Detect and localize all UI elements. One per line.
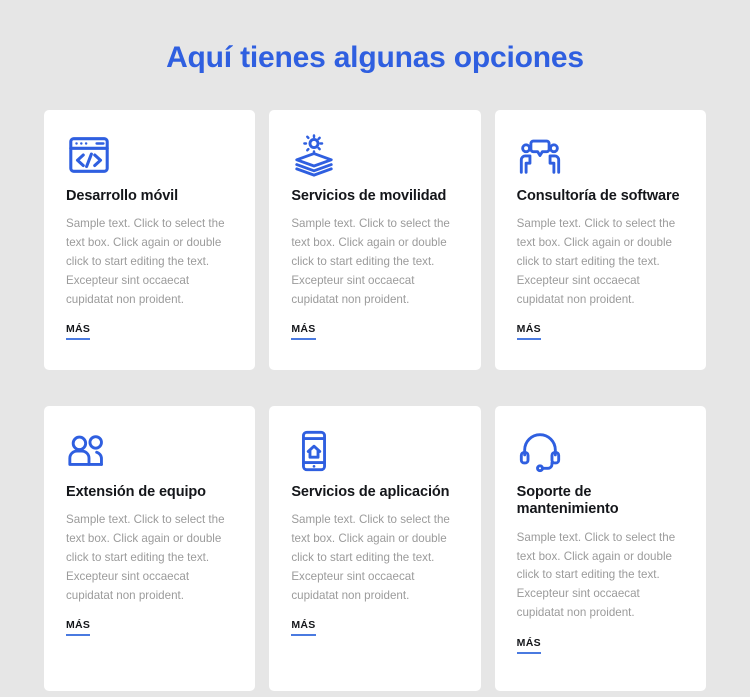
page-title: Aquí tienes algunas opciones xyxy=(166,41,584,74)
service-card-servicios-de-movilidad[interactable]: Servicios de movilidad Sample text. Clic… xyxy=(269,110,481,370)
service-card-servicios-de-aplicacion[interactable]: Servicios de aplicación Sample text. Cli… xyxy=(269,406,481,691)
service-card-body: Sample text. Click to select the text bo… xyxy=(66,513,225,602)
more-link[interactable]: MÁS xyxy=(66,323,91,341)
service-card-consultoria-de-software[interactable]: Consultoría de software Sample text. Cli… xyxy=(494,110,706,370)
service-card-title: Consultoría de software xyxy=(516,188,680,204)
service-card-desarrollo-movil[interactable]: Desarrollo móvil Sample text. Click to s… xyxy=(44,110,256,370)
people-speech-bubble-icon xyxy=(517,132,563,178)
service-card-body: Sample text. Click to select the text bo… xyxy=(516,217,676,306)
service-card-body: Sample text. Click to select the text bo… xyxy=(291,513,450,602)
more-link[interactable]: MÁS xyxy=(516,637,541,654)
more-link[interactable]: MÁS xyxy=(291,323,316,341)
services-grid-row-1: Desarrollo móvil Sample text. Click to s… xyxy=(0,110,750,370)
service-card-extension-de-equipo[interactable]: Extensión de equipo Sample text. Click t… xyxy=(44,406,256,691)
service-card-body: Sample text. Click to select the text bo… xyxy=(516,530,676,619)
group-people-icon xyxy=(66,428,112,474)
service-card-soporte-de-mantenimiento[interactable]: Soporte de mantenimiento Sample text. Cl… xyxy=(494,406,706,691)
service-card-title: Servicios de movilidad xyxy=(291,188,447,204)
more-link[interactable]: MÁS xyxy=(291,619,316,637)
smartphone-home-icon xyxy=(291,428,337,474)
service-card-body: Sample text. Click to select the text bo… xyxy=(291,217,450,306)
more-link[interactable]: MÁS xyxy=(516,323,541,341)
service-card-title: Servicios de aplicación xyxy=(291,484,450,500)
layers-gear-icon xyxy=(291,132,337,178)
service-card-body: Sample text. Click to select the text bo… xyxy=(66,217,225,306)
headset-support-icon xyxy=(517,428,563,474)
services-grid-row-2: Extensión de equipo Sample text. Click t… xyxy=(0,406,750,691)
service-card-title: Desarrollo móvil xyxy=(66,188,179,204)
service-card-title: Soporte de mantenimiento xyxy=(516,484,619,518)
code-browser-icon xyxy=(66,132,112,178)
services-page: Aquí tienes algunas opciones Desarrollo … xyxy=(0,0,750,697)
more-link[interactable]: MÁS xyxy=(66,619,91,637)
service-card-title: Extensión de equipo xyxy=(66,484,206,500)
